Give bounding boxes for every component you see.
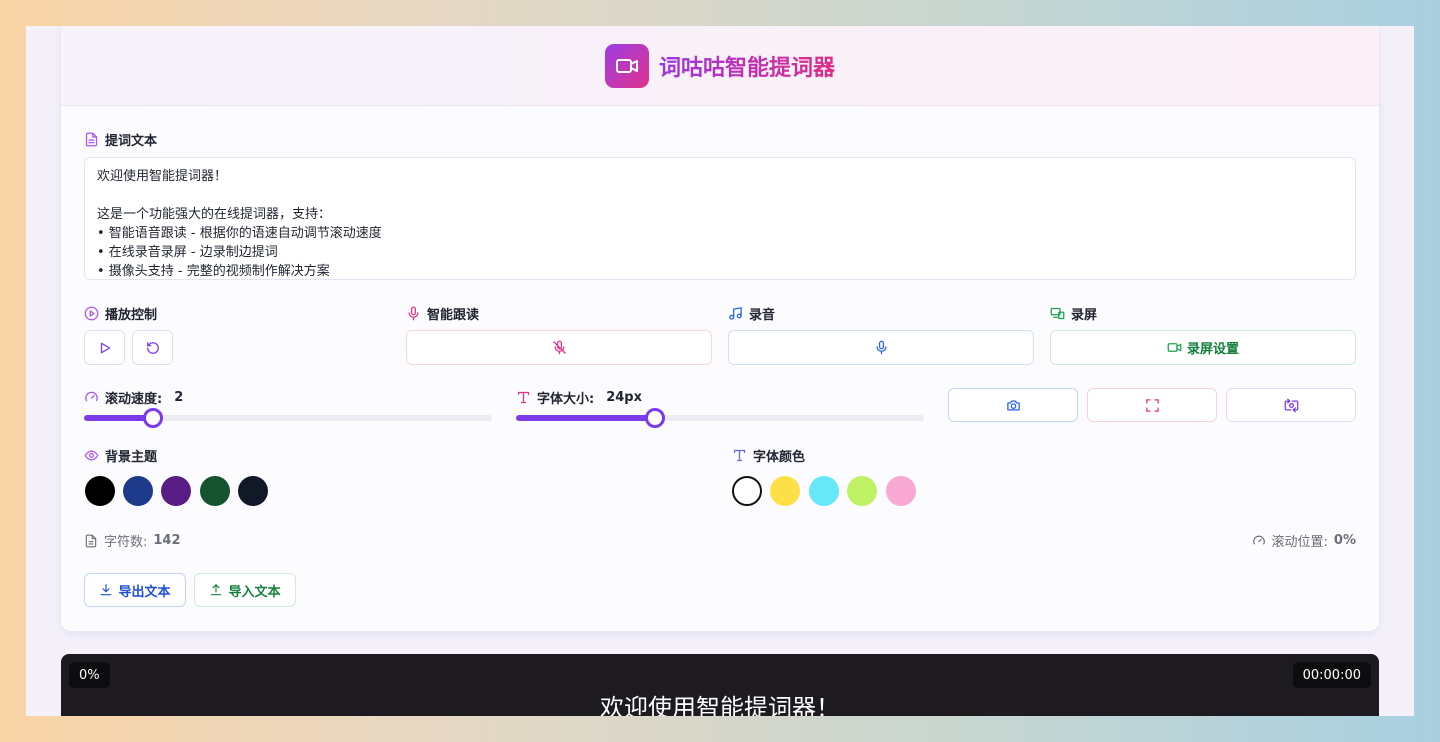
music-note-icon xyxy=(729,307,742,320)
video-camera-icon xyxy=(1167,343,1182,352)
document-icon xyxy=(85,132,98,147)
editor-label: 提词文本 xyxy=(84,130,157,149)
teleprompter-preview: 0% 00:00:00 欢迎使用智能提词器！ xyxy=(61,654,1379,716)
microphone-icon xyxy=(876,340,886,355)
char-count: 字符数: 142 xyxy=(84,531,181,550)
playback-label: 播放控制 xyxy=(84,304,157,323)
background-swatch-slate[interactable] xyxy=(238,476,268,506)
font-size-slider-thumb[interactable] xyxy=(644,408,665,428)
document-icon xyxy=(85,534,97,547)
speed-label: 滚动速度: 2 xyxy=(84,388,183,407)
font-color-swatch-yellow[interactable] xyxy=(770,476,800,506)
switch-camera-icon xyxy=(1284,398,1298,412)
timer-badge: 00:00:00 xyxy=(1292,662,1371,688)
gauge-icon xyxy=(85,391,98,402)
char-count-value: 142 xyxy=(153,533,181,548)
record-screen-label: 录屏 xyxy=(1050,304,1097,323)
app-background: 词咕咕智能提词器 提词文本 欢迎使用智能提词器！ 这是一个功能强大的在线提词器，… xyxy=(26,26,1414,716)
eye-icon xyxy=(84,450,99,461)
background-swatch-green[interactable] xyxy=(200,476,230,506)
rotate-ccw-icon xyxy=(146,341,159,354)
font-color-swatch-pink[interactable] xyxy=(886,476,916,506)
preview-text: 欢迎使用智能提词器！ xyxy=(600,694,840,716)
mirror-button[interactable] xyxy=(1226,388,1356,422)
scroll-position: 滚动位置: 0% xyxy=(1252,531,1356,550)
screen-share-icon xyxy=(1050,307,1065,320)
microphone-icon xyxy=(408,306,419,321)
camera-button[interactable] xyxy=(948,388,1078,422)
play-circle-icon xyxy=(84,306,99,321)
import-text-button[interactable]: 导入文本 xyxy=(194,573,296,607)
record-audio-label: 录音 xyxy=(728,304,775,323)
app-header: 词咕咕智能提词器 xyxy=(61,26,1379,106)
reset-button[interactable] xyxy=(132,330,173,365)
font-size-slider-fill xyxy=(516,415,655,421)
font-color-swatch-white[interactable] xyxy=(732,476,762,506)
app-title: 词咕咕智能提词器 xyxy=(659,50,835,82)
play-icon xyxy=(100,342,110,353)
upload-icon xyxy=(211,584,222,596)
background-swatch-blue[interactable] xyxy=(123,476,153,506)
video-camera-logo-icon xyxy=(604,43,649,88)
gauge-icon xyxy=(1252,535,1265,544)
voice-follow-toggle-button[interactable] xyxy=(406,330,712,365)
camera-icon xyxy=(1006,400,1020,410)
download-icon xyxy=(101,584,112,596)
scroll-position-value: 0% xyxy=(1333,533,1356,548)
play-button[interactable] xyxy=(84,330,125,365)
type-icon xyxy=(733,449,746,462)
speed-value: 2 xyxy=(174,390,184,405)
font-size-slider[interactable] xyxy=(516,408,924,428)
font-size-label: 字体大小: 24px xyxy=(516,388,642,407)
script-textarea[interactable]: 欢迎使用智能提词器！ 这是一个功能强大的在线提词器，支持： • 智能语音跟读 -… xyxy=(84,157,1356,280)
microphone-off-icon xyxy=(552,340,566,355)
fullscreen-icon xyxy=(1145,398,1159,412)
control-panel: 词咕咕智能提词器 提词文本 欢迎使用智能提词器！ 这是一个功能强大的在线提词器，… xyxy=(61,26,1379,631)
export-text-button[interactable]: 导出文本 xyxy=(84,573,186,607)
speed-slider-thumb[interactable] xyxy=(143,408,164,428)
type-icon xyxy=(517,391,530,404)
fullscreen-button[interactable] xyxy=(1087,388,1217,422)
voice-follow-label: 智能跟读 xyxy=(406,304,479,323)
font-color-label: 字体颜色 xyxy=(732,446,805,465)
font-color-swatch-lime[interactable] xyxy=(847,476,877,506)
progress-badge: 0% xyxy=(69,662,110,688)
record-audio-button[interactable] xyxy=(728,330,1034,365)
background-theme-label: 背景主题 xyxy=(84,446,157,465)
background-swatch-black[interactable] xyxy=(85,476,115,506)
font-size-value: 24px xyxy=(606,390,642,405)
speed-slider[interactable] xyxy=(84,408,492,428)
font-color-swatch-cyan[interactable] xyxy=(809,476,839,506)
background-swatch-purple[interactable] xyxy=(161,476,191,506)
screen-settings-button[interactable]: 录屏设置 xyxy=(1050,330,1356,365)
